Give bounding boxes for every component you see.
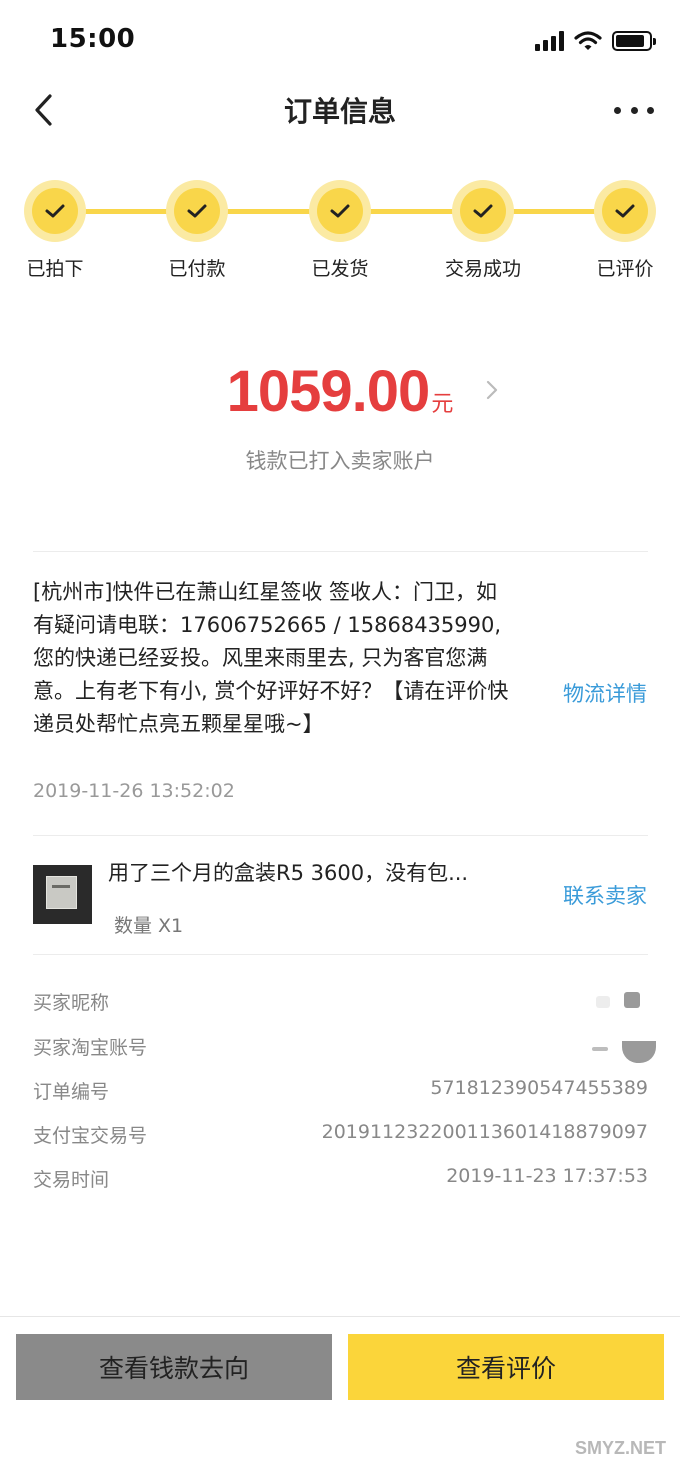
- nav-bar: 订单信息: [0, 80, 680, 140]
- payment-amount: 1059.00: [226, 359, 431, 424]
- payment-note: 钱款已打入卖家账户: [245, 449, 435, 473]
- info-label: 支付宝交易号: [33, 1125, 148, 1147]
- redacted-value: [592, 1047, 608, 1051]
- step-placed: 已拍下: [0, 180, 110, 281]
- step-reviewed: 已评价: [570, 180, 680, 281]
- divider: [33, 835, 648, 836]
- amount-link[interactable]: 1059.00 元: [227, 358, 454, 425]
- order-number: 571812390547455389: [430, 1077, 648, 1099]
- logistics-time: 2019-11-26 13:52:02: [33, 780, 235, 802]
- buyer-nickname-row: 买家昵称: [33, 988, 648, 1018]
- step-paid: 已付款: [142, 180, 252, 281]
- step-label: 已评价: [596, 258, 654, 280]
- watermark: SMYZ.NET: [574, 1438, 666, 1458]
- cellular-signal-icon: [535, 31, 564, 51]
- page-title: 订单信息: [283, 95, 396, 128]
- product-quantity: 数量 X1: [114, 915, 184, 937]
- view-review-button[interactable]: 查看评价: [348, 1334, 664, 1400]
- redacted-value: [624, 992, 640, 1008]
- check-icon: [330, 204, 350, 218]
- logistics-detail-link[interactable]: 物流详情: [563, 678, 647, 708]
- payment-summary: 1059.00 元 钱款已打入卖家账户: [0, 358, 680, 475]
- contact-seller-link[interactable]: 联系卖家: [563, 880, 647, 910]
- buyer-account-row: 买家淘宝账号: [33, 1033, 656, 1063]
- check-icon: [187, 204, 207, 218]
- alipay-trade-number: 2019112322001136014188790​97: [321, 1121, 648, 1143]
- view-money-flow-button[interactable]: 查看钱款去向: [16, 1334, 332, 1400]
- info-label: 订单编号: [33, 1081, 110, 1103]
- step-label: 交易成功: [444, 258, 521, 280]
- check-icon: [45, 204, 65, 218]
- info-label: 买家昵称: [33, 992, 110, 1014]
- logistics-message[interactable]: [杭州市]快件已在萧山红星签收 签收人：门卫，如有疑问请电联：176067526…: [33, 576, 513, 741]
- step-shipped: 已发货: [285, 180, 395, 281]
- status-bar: 15:00: [0, 0, 680, 80]
- order-progress: 已拍下 已付款 已发货 交易成功 已评价: [0, 180, 680, 290]
- step-label: 已拍下: [26, 258, 84, 280]
- divider: [33, 954, 648, 955]
- alipay-number-row: 支付宝交易号 2019112322001136014188790​97: [33, 1121, 648, 1151]
- product-title[interactable]: 用了三个月的盒装R5 3600，没有包...: [108, 857, 508, 887]
- step-label: 已付款: [168, 258, 226, 280]
- info-label: 买家淘宝账号: [33, 1037, 148, 1059]
- trade-time-row: 交易时间 2019-11-23 17:37:53: [33, 1165, 648, 1195]
- step-label: 已发货: [311, 258, 369, 280]
- divider: [33, 551, 648, 552]
- status-icons: [535, 28, 656, 54]
- status-time: 15:00: [50, 24, 136, 54]
- battery-icon: [612, 31, 656, 51]
- product-thumbnail[interactable]: [33, 865, 92, 924]
- currency-unit: 元: [431, 392, 454, 417]
- step-completed: 交易成功: [428, 180, 538, 281]
- redacted-value: [596, 996, 610, 1008]
- check-icon: [615, 204, 635, 218]
- order-number-row: 订单编号 571812390547455389: [33, 1077, 648, 1107]
- check-icon: [473, 204, 493, 218]
- trade-time: 2019-11-23 17:37:53: [446, 1165, 648, 1187]
- info-label: 交易时间: [33, 1169, 110, 1191]
- wifi-icon: [574, 31, 602, 50]
- redacted-value: [622, 1041, 656, 1063]
- more-options-icon[interactable]: [614, 92, 654, 128]
- chevron-right-icon[interactable]: [484, 378, 500, 402]
